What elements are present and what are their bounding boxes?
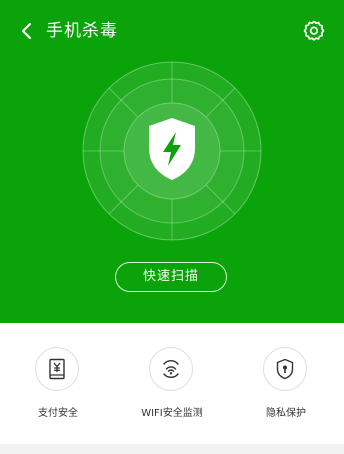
bottom-divider <box>0 444 344 454</box>
shield-keyhole-icon <box>276 358 294 380</box>
wifi-icon <box>163 360 179 378</box>
payment-security-label: 支付安全 <box>38 408 78 419</box>
hero-panel: 手机杀毒 快速扫描 <box>0 0 344 323</box>
quick-scan-button[interactable]: 快速扫描 <box>115 262 227 292</box>
wifi-security-item[interactable]: WIFI安全监测 <box>117 347 227 423</box>
antivirus-screen: 手机杀毒 快速扫描 支付安全 WIFI安全监测 隐私保护 <box>0 0 344 454</box>
payment-security-icon-circle <box>35 347 79 391</box>
gear-icon[interactable] <box>302 19 326 43</box>
chevron-left-icon[interactable] <box>18 21 38 41</box>
wifi-security-icon-circle <box>149 347 193 391</box>
privacy-protection-label: 隐私保护 <box>266 408 306 419</box>
yuan-phone-icon <box>49 358 65 380</box>
feature-row: 支付安全 WIFI安全监测 隐私保护 <box>0 323 344 423</box>
shield-lightning-icon <box>149 118 195 180</box>
payment-security-item[interactable]: 支付安全 <box>3 347 113 423</box>
page-title: 手机杀毒 <box>46 21 118 41</box>
wifi-security-label: WIFI安全监测 <box>141 408 203 419</box>
privacy-protection-item[interactable]: 隐私保护 <box>231 347 341 423</box>
privacy-protection-icon-circle <box>263 347 307 391</box>
